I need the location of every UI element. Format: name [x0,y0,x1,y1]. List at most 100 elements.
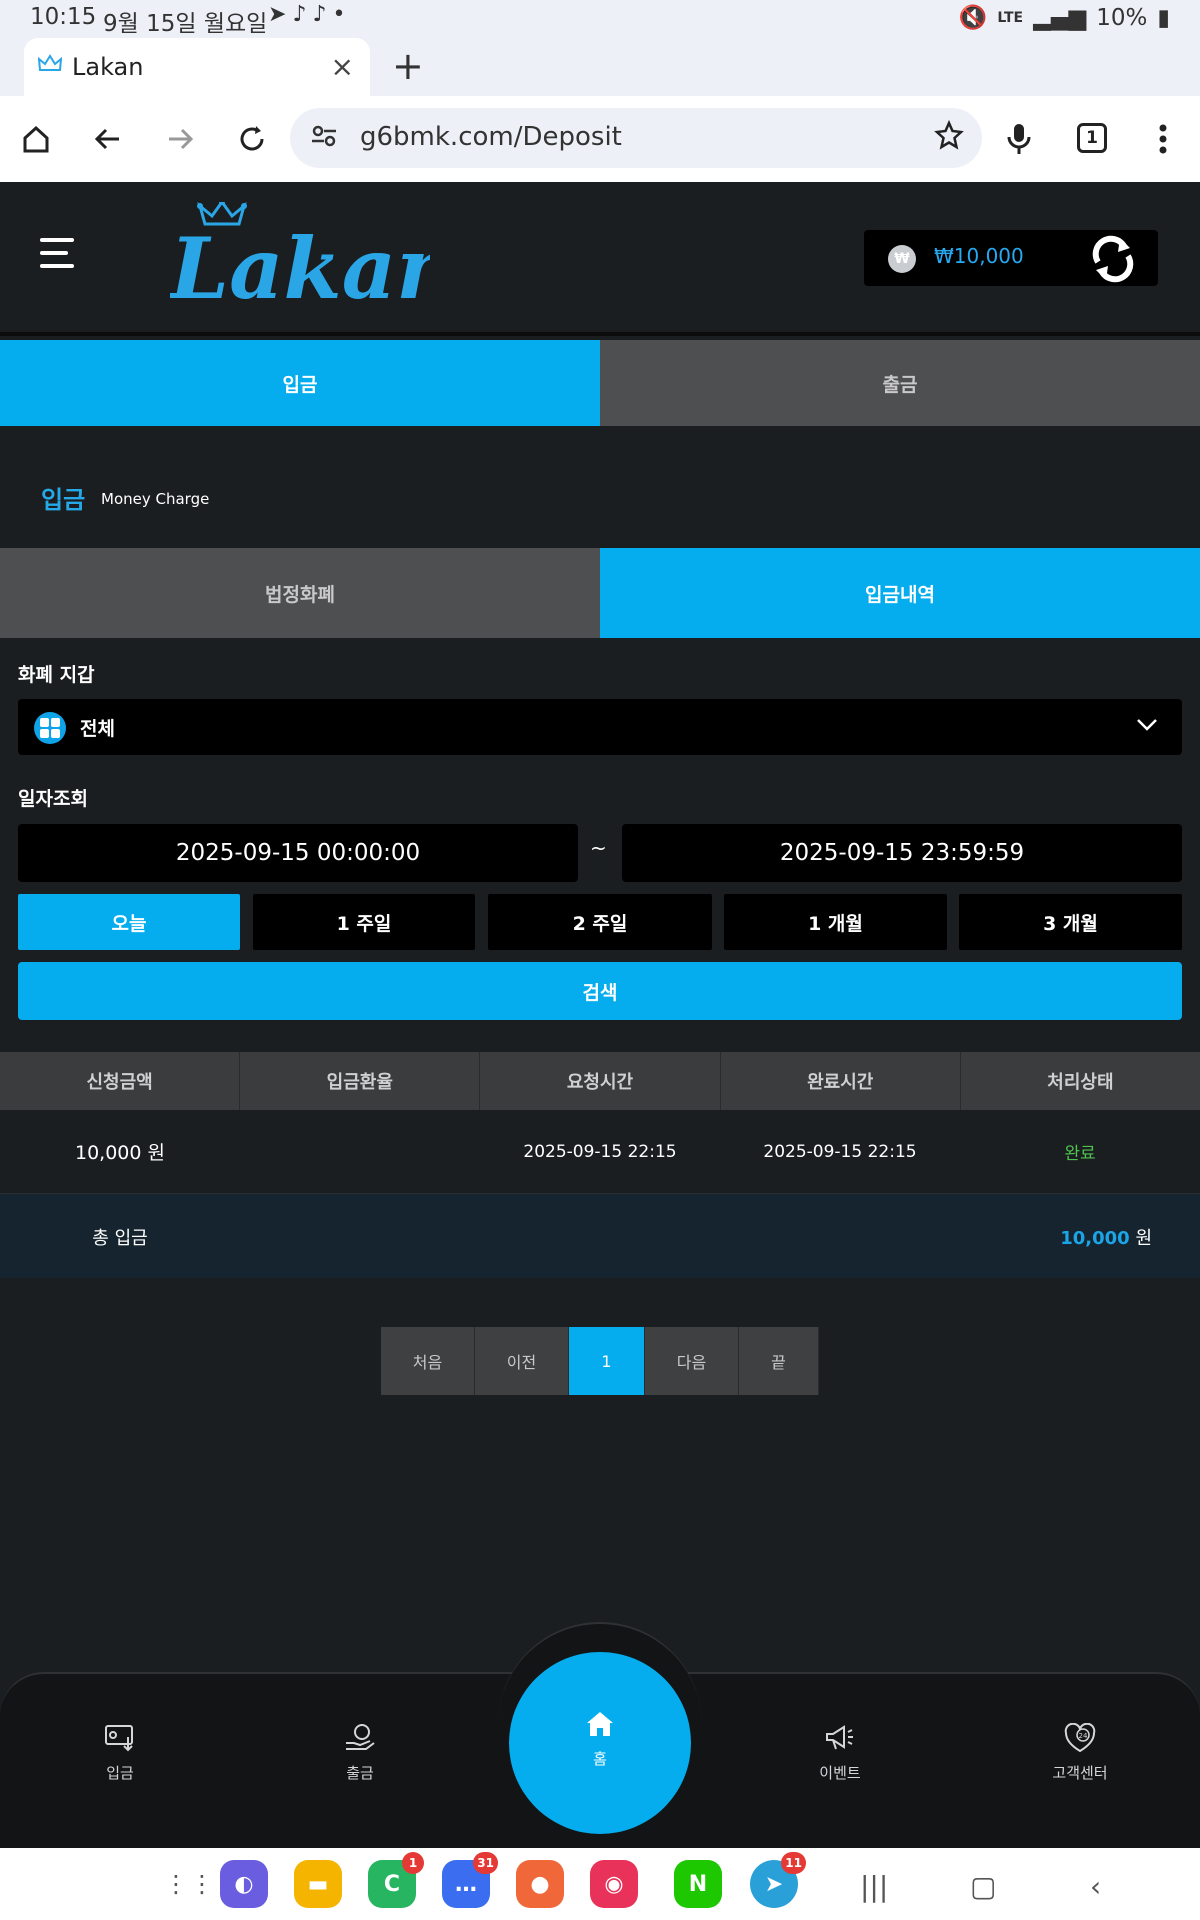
table-header: 신청금액 입금환율 요청시간 완료시간 처리상태 [0,1052,1200,1110]
status-date: 9월 15일 월요일 [103,11,268,37]
tab-fiat[interactable]: 법정화폐 [0,548,600,638]
site-header: Lakan ₩ ₩10,000 [0,182,1200,336]
page-next-button[interactable]: 다음 [645,1327,739,1395]
android-nav-bar: ⋮⋮⋮ ◐ ▬ C1 … 31 ● ◉ N ➤ 11 ||| ▢ ‹ [0,1848,1200,1920]
my-files-app-icon[interactable]: ▬ [294,1860,342,1908]
date-from-input[interactable]: 2025-09-15 00:00:00 [18,824,578,882]
nav-home-button[interactable]: 홈 [509,1652,691,1834]
tiktok-notification-icon-2: ♪ [312,2,327,27]
site-logo[interactable]: Lakan [168,199,457,318]
home-button[interactable] [12,115,60,163]
total-label: 총 입금 [92,1228,148,1249]
nav-event[interactable]: 이벤트 [770,1720,910,1783]
nav-deposit[interactable]: 입금 [50,1720,190,1783]
period-1week-button[interactable]: 1 주일 [253,894,475,950]
recent-apps-icon[interactable]: ||| [860,1870,888,1903]
more-vertical-icon [1159,124,1167,154]
home-nav-icon[interactable]: ▢ [970,1870,996,1903]
messages-badge: 31 [473,1852,498,1874]
browser-tab-strip: Lakan × + [0,38,1200,96]
arrow-right-icon [169,128,194,150]
page-prev-button[interactable]: 이전 [475,1327,569,1395]
tab-withdraw[interactable]: 출금 [600,340,1200,426]
tab-switcher-button[interactable]: 1 [1077,123,1107,153]
menu-hamburger-icon[interactable] [40,238,74,277]
battery-icon: ▮ [1157,4,1170,31]
megaphone-icon [770,1720,910,1756]
telegram-notification-icon: ➤ [268,2,287,27]
chevron-down-icon [1136,717,1158,736]
search-button[interactable]: 검색 [18,962,1182,1020]
messages-app-icon[interactable]: … 31 [442,1852,498,1908]
browser-menu-button[interactable] [1139,115,1187,163]
tab-deposit[interactable]: 입금 [0,340,600,426]
telegram-app-icon[interactable]: ➤ 11 [750,1852,806,1908]
col-completed: 완료시간 [721,1052,961,1110]
total-row: 총 입금 10,000 원 [0,1194,1200,1278]
grid-icon [34,712,66,744]
back-nav-icon[interactable]: ‹ [1090,1870,1101,1903]
voice-search-button[interactable] [995,115,1043,163]
close-tab-icon[interactable]: × [331,50,354,83]
wallet-selected-value: 전체 [80,718,115,740]
total-value: 10,000 원 [1060,1224,1152,1250]
cell-completed: 2025-09-15 22:15 [763,1141,917,1162]
cell-requested: 2025-09-15 22:15 [523,1141,677,1162]
page-subtitle: Money Charge [101,490,210,508]
new-tab-icon[interactable]: + [392,44,424,88]
pagination: 처음 이전 1 다음 끝 [381,1327,819,1395]
crown-favicon-icon [37,54,63,78]
total-amount: 10,000 [1060,1228,1130,1249]
cell-amount: 10,000 원 [74,1142,165,1164]
deposit-icon [50,1720,190,1756]
col-rate: 입금환율 [240,1052,481,1110]
status-bar: 10:15 9월 15일 월요일 ➤ ♪ ♪ • 🔇 LTE ▂▄▆ 10% ▮ [0,0,1200,38]
nav-withdraw[interactable]: 출금 [290,1720,430,1783]
arrow-left-icon [94,128,119,150]
back-button[interactable] [84,115,132,163]
total-unit: 원 [1135,1228,1152,1249]
reload-icon [240,126,264,151]
wallet-label: 화폐 지갑 [18,664,95,686]
home-outline-icon [23,125,49,153]
tab-deposit-history[interactable]: 입금내역 [600,548,1200,638]
deposit-subtabs: 법정화폐 입금내역 [0,548,1200,638]
date-to-input[interactable]: 2025-09-15 23:59:59 [622,824,1182,882]
battery-level: 10% [1096,4,1148,31]
contacts-app-icon[interactable]: ● [516,1860,564,1908]
period-3month-button[interactable]: 3 개월 [959,894,1182,950]
samsung-internet-app-icon[interactable]: ◐ [220,1860,268,1908]
nav-event-label: 이벤트 [819,1764,861,1782]
wallet-select[interactable]: 전체 [18,699,1182,755]
home-icon [585,1710,615,1742]
camera-app-icon[interactable]: ◉ [590,1860,638,1908]
address-bar[interactable]: g6bmk.com/Deposit [290,108,982,168]
page-title: 입금 [41,486,86,514]
page-current-button[interactable]: 1 [569,1327,645,1395]
nav-support[interactable]: 24 고객센터 [1010,1720,1150,1783]
page-first-button[interactable]: 처음 [381,1327,475,1395]
microphone-icon [1007,124,1031,154]
telegram-badge: 11 [781,1852,806,1874]
more-notifications-icon: • [332,2,346,27]
date-label: 일자조회 [18,788,88,810]
status-time: 10:15 [30,4,97,30]
nav-home-label: 홈 [593,1750,607,1768]
bookmark-star-icon[interactable] [934,119,964,154]
period-1month-button[interactable]: 1 개월 [724,894,947,950]
phone-app-icon[interactable]: C1 [368,1852,424,1908]
svg-text:Lakan: Lakan [170,219,430,312]
signal-icon: ▂▄▆ [1033,4,1087,31]
page-last-button[interactable]: 끝 [739,1327,819,1395]
period-2week-button[interactable]: 2 주일 [488,894,712,950]
period-today-button[interactable]: 오늘 [18,894,240,950]
naver-app-icon[interactable]: N [674,1860,722,1908]
site-settings-icon[interactable] [310,122,338,154]
url-text: g6bmk.com/Deposit [360,122,622,152]
balance-box: ₩ ₩10,000 [864,230,1158,286]
col-requested: 요청시간 [480,1052,721,1110]
browser-tab[interactable]: Lakan × [24,38,370,96]
reload-button[interactable] [228,115,276,163]
refresh-balance-icon[interactable] [1088,234,1138,288]
forward-button[interactable] [156,115,204,163]
